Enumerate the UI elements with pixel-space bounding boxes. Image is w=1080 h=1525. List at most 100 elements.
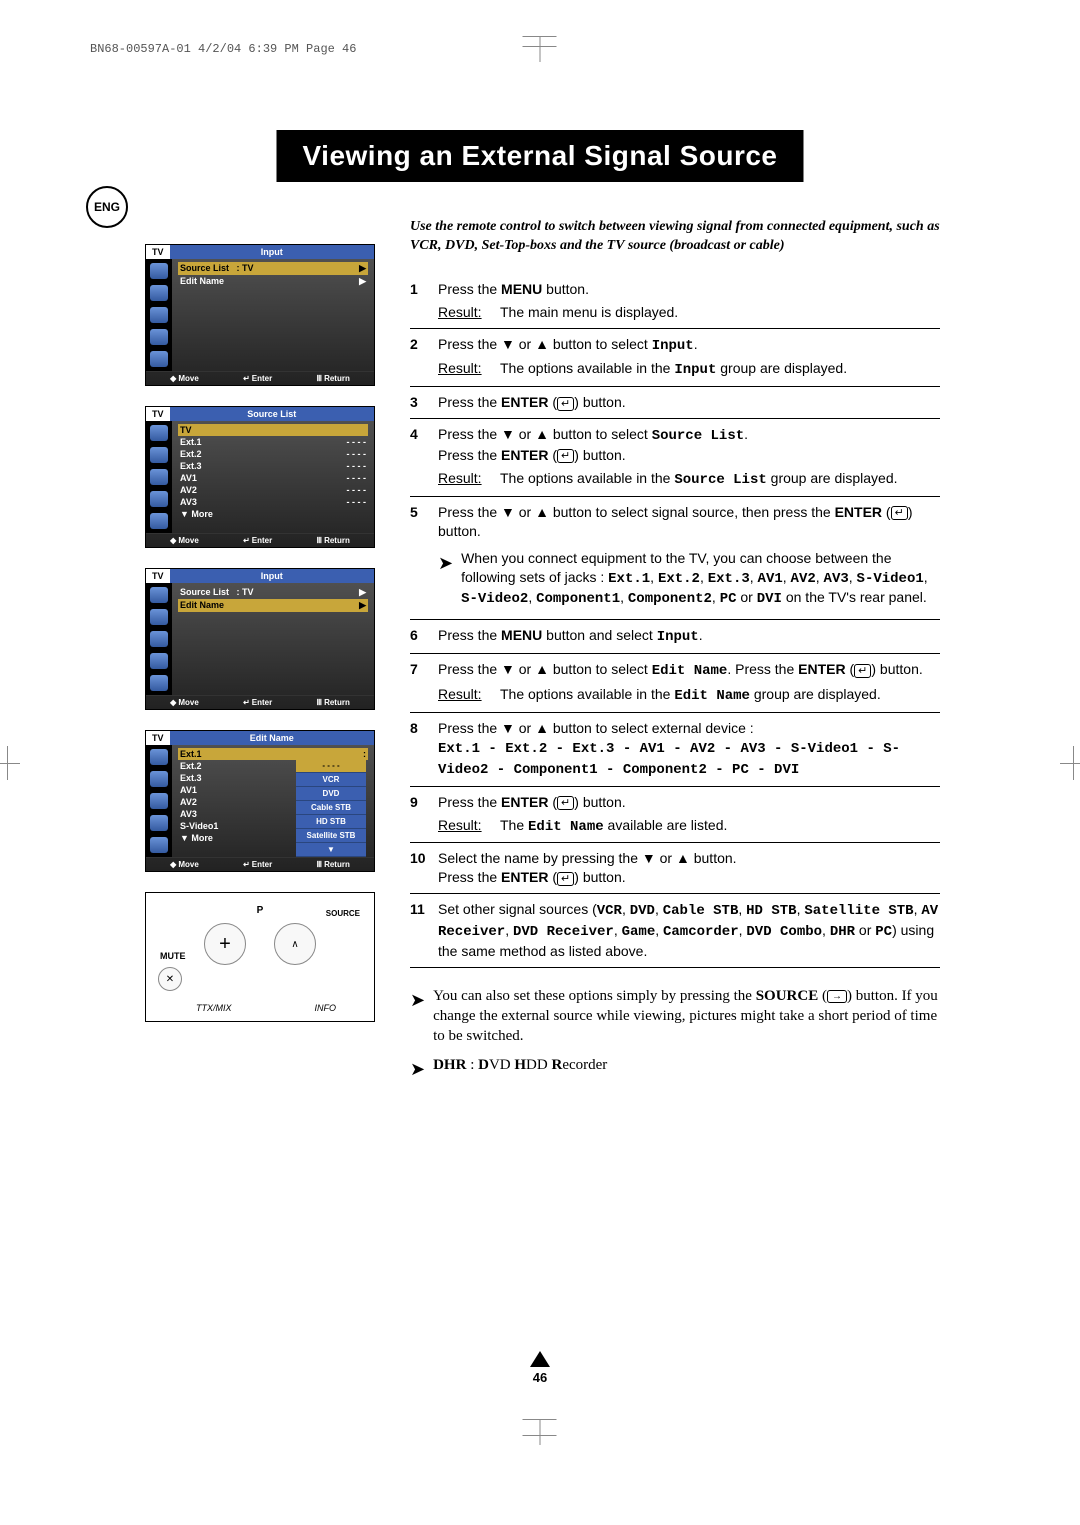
end-note: ➤You can also set these options simply b… bbox=[410, 986, 940, 1047]
step-number: 4 bbox=[410, 425, 438, 490]
osd-tv-label: TV bbox=[146, 731, 170, 745]
steps-list: 1Press the MENU button.Result:The main m… bbox=[410, 274, 940, 968]
osd-tv-label: TV bbox=[146, 245, 170, 259]
enter-icon: ↵ bbox=[243, 374, 250, 383]
step-text: Press the ENTER (↵) button. bbox=[438, 393, 940, 412]
edit-option-dvd[interactable]: DVD bbox=[296, 787, 366, 801]
osd-tv-label: TV bbox=[146, 407, 170, 421]
end-note: ➤DHR : DVD HDD Recorder bbox=[410, 1055, 940, 1081]
pointer-icon: ➤ bbox=[410, 1057, 425, 1081]
step-7: 7Press the ▼ or ▲ button to select Edit … bbox=[410, 654, 940, 713]
step-1: 1Press the MENU button.Result:The main m… bbox=[410, 274, 940, 329]
step-3: 3Press the ENTER (↵) button. bbox=[410, 387, 940, 419]
step-number: 6 bbox=[410, 626, 438, 647]
edit-option-vcr[interactable]: VCR bbox=[296, 773, 366, 787]
result-label: Result: bbox=[438, 303, 490, 322]
updown-icon: ◆ bbox=[170, 536, 176, 545]
osd-list: Source List : TV ▶ Edit Name ▶ bbox=[172, 583, 374, 695]
osd-category-icons bbox=[146, 583, 172, 695]
step-number: 9 bbox=[410, 793, 438, 837]
step-text: Press the ▼ or ▲ button to select extern… bbox=[438, 719, 940, 780]
enter-icon: ↵ bbox=[243, 698, 250, 707]
osd-item-ext2[interactable]: Ext.2- - - - bbox=[178, 448, 368, 460]
crop-mark-right bbox=[1060, 746, 1080, 780]
osd-item-ext3[interactable]: Ext.3- - - - bbox=[178, 460, 368, 472]
osd-source-list: TV Source List TV Ext.1- - - - Ext.2- - … bbox=[145, 406, 375, 548]
print-header: BN68-00597A-01 4/2/04 6:39 PM Page 46 bbox=[90, 42, 356, 56]
edit-option-hd-stb[interactable]: HD STB bbox=[296, 815, 366, 829]
osd-item-source-list[interactable]: Source List : TV ▶ bbox=[178, 586, 368, 599]
step-4: 4Press the ▼ or ▲ button to select Sourc… bbox=[410, 419, 940, 497]
step-text: Press the ▼ or ▲ button to select Source… bbox=[438, 425, 940, 465]
osd-title: Source List bbox=[170, 407, 374, 421]
remote-mute-button[interactable]: ✕ bbox=[158, 967, 182, 991]
step-text: Select the name by pressing the ▼ or ▲ b… bbox=[438, 849, 940, 887]
step-text: Press the MENU button. bbox=[438, 280, 940, 299]
osd-list: TV Ext.1- - - - Ext.2- - - - Ext.3- - - … bbox=[172, 421, 374, 533]
page-number: 46 bbox=[533, 1370, 547, 1385]
remote-volume-button[interactable]: + bbox=[204, 923, 246, 965]
osd-footer-hints: ◆ Move ↵ Enter Ⅲ Return bbox=[146, 533, 374, 547]
step-number: 10 bbox=[410, 849, 438, 887]
step-number: 1 bbox=[410, 280, 438, 322]
osd-category-icons bbox=[146, 421, 172, 533]
remote-diagram: P SOURCE MUTE TTX/MIX INFO ✕ + ∧ bbox=[145, 892, 375, 1022]
return-icon: Ⅲ bbox=[317, 698, 323, 707]
enter-icon: ↵ bbox=[243, 860, 250, 869]
remote-source-label: SOURCE bbox=[326, 909, 360, 918]
result-text: The options available in the Input group… bbox=[500, 359, 847, 380]
edit-option-more[interactable]: ▼ bbox=[296, 843, 366, 857]
updown-icon: ◆ bbox=[170, 860, 176, 869]
osd-category-icons bbox=[146, 259, 172, 371]
updown-icon: ◆ bbox=[170, 698, 176, 707]
end-notes: ➤You can also set these options simply b… bbox=[410, 986, 940, 1081]
osd-item-edit-name[interactable]: Edit Name ▶ bbox=[178, 599, 368, 612]
step-2: 2Press the ▼ or ▲ button to select Input… bbox=[410, 329, 940, 388]
edit-option-cable-stb[interactable]: Cable STB bbox=[296, 801, 366, 815]
osd-item-edit-name[interactable]: Edit Name ▶ bbox=[178, 275, 368, 288]
remote-ttx-label: TTX/MIX bbox=[196, 1003, 232, 1013]
osd-footer-hints: ◆ Move ↵ Enter Ⅲ Return bbox=[146, 695, 374, 709]
step-note: When you connect equipment to the TV, yo… bbox=[461, 549, 940, 610]
osd-category-icons bbox=[146, 745, 172, 857]
page-title: Viewing an External Signal Source bbox=[276, 130, 803, 182]
step-text: Press the ▼ or ▲ button to select Input. bbox=[438, 335, 940, 356]
edit-option-none[interactable]: - - - - bbox=[296, 759, 366, 773]
result-label: Result: bbox=[438, 469, 490, 490]
result-label: Result: bbox=[438, 359, 490, 380]
osd-edit-name: TV Edit Name Ext.1: Ext.2: Ext.3: AV1: A… bbox=[145, 730, 375, 872]
page-marker-triangle bbox=[530, 1351, 550, 1367]
osd-item-av3[interactable]: AV3- - - - bbox=[178, 496, 368, 508]
osd-list: Source List : TV ▶ Edit Name ▶ bbox=[172, 259, 374, 371]
step-5: 5Press the ▼ or ▲ button to select signa… bbox=[410, 497, 940, 620]
return-icon: Ⅲ bbox=[317, 374, 323, 383]
crop-mark-top bbox=[540, 36, 541, 62]
osd-input-menu-1: TV Input Source List : TV ▶ Edit Name ▶ … bbox=[145, 244, 375, 386]
step-number: 11 bbox=[410, 900, 438, 961]
step-11: 11Set other signal sources (VCR, DVD, Ca… bbox=[410, 894, 940, 968]
osd-item-ext1[interactable]: Ext.1- - - - bbox=[178, 436, 368, 448]
step-text: Press the ENTER (↵) button. bbox=[438, 793, 940, 812]
edit-option-satellite-stb[interactable]: Satellite STB bbox=[296, 829, 366, 843]
pointer-icon: ➤ bbox=[410, 988, 425, 1012]
result-text: The options available in the Edit Name g… bbox=[500, 685, 881, 706]
step-number: 7 bbox=[410, 660, 438, 706]
osd-title: Edit Name bbox=[170, 731, 374, 745]
osd-item-tv[interactable]: TV bbox=[178, 424, 368, 436]
step-number: 2 bbox=[410, 335, 438, 381]
osd-item-source-list[interactable]: Source List : TV ▶ bbox=[178, 262, 368, 275]
crop-mark-left bbox=[0, 746, 20, 780]
remote-p-label: P bbox=[257, 905, 264, 916]
step-6: 6Press the MENU button and select Input. bbox=[410, 620, 940, 654]
instructions-column: Use the remote control to switch between… bbox=[410, 218, 940, 1085]
osd-item-av1[interactable]: AV1- - - - bbox=[178, 472, 368, 484]
return-icon: Ⅲ bbox=[317, 536, 323, 545]
osd-item-more[interactable]: ▼ More bbox=[178, 508, 368, 520]
remote-channel-button[interactable]: ∧ bbox=[274, 923, 316, 965]
osd-item-av2[interactable]: AV2- - - - bbox=[178, 484, 368, 496]
enter-icon: ↵ bbox=[243, 536, 250, 545]
intro-text: Use the remote control to switch between… bbox=[410, 218, 940, 256]
osd-title: Input bbox=[170, 245, 374, 259]
osd-footer-hints: ◆ Move ↵ Enter Ⅲ Return bbox=[146, 857, 374, 871]
step-number: 8 bbox=[410, 719, 438, 780]
